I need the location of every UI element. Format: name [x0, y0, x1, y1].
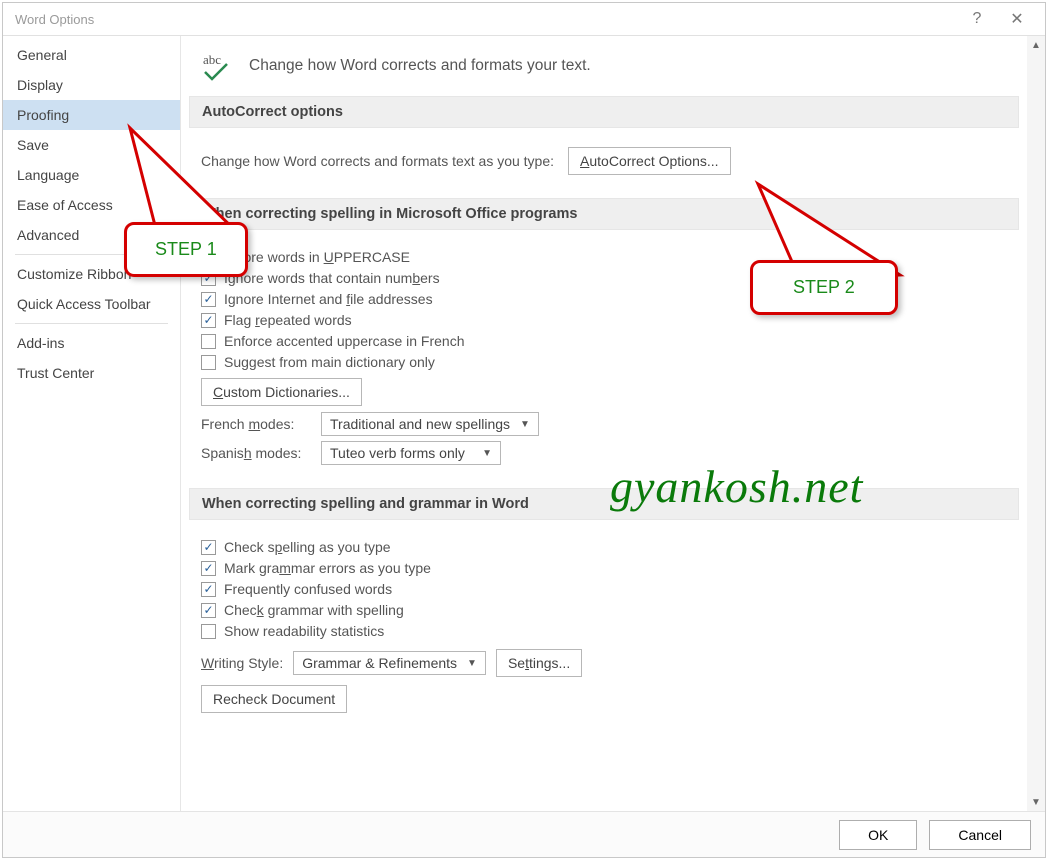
sidebar-item-trust-center[interactable]: Trust Center: [3, 358, 180, 388]
svg-text:abc: abc: [203, 52, 221, 67]
checkbox-icon[interactable]: [201, 540, 216, 555]
scroll-content: abc Change how Word corrects and formats…: [181, 36, 1027, 811]
checkbox-icon[interactable]: [201, 355, 216, 370]
sidebar-item-display[interactable]: Display: [3, 70, 180, 100]
titlebar: Word Options ? ✕: [3, 3, 1045, 35]
sidebar-item-quick-access-toolbar[interactable]: Quick Access Toolbar: [3, 289, 180, 319]
opt-show-readability[interactable]: Show readability statistics: [201, 623, 384, 639]
writing-style-label: Writing Style:: [201, 655, 283, 671]
sidebar-item-ease-of-access[interactable]: Ease of Access: [3, 190, 180, 220]
proofing-icon: abc: [201, 50, 233, 82]
opt-suggest-main-dict[interactable]: Suggest from main dictionary only: [201, 354, 435, 370]
settings-button[interactable]: Settings...: [496, 649, 582, 677]
ok-button[interactable]: OK: [839, 820, 917, 850]
step1-callout: STEP 1: [124, 222, 248, 277]
checkbox-icon[interactable]: [201, 561, 216, 576]
opt-flag-repeated[interactable]: Flag repeated words: [201, 312, 352, 328]
vertical-scrollbar[interactable]: ▲ ▼: [1027, 36, 1045, 811]
opt-enforce-accented[interactable]: Enforce accented uppercase in French: [201, 333, 464, 349]
section-spelling-word: When correcting spelling and grammar in …: [189, 488, 1019, 520]
scroll-up-icon[interactable]: ▲: [1027, 36, 1045, 54]
chevron-down-icon: ▼: [482, 448, 492, 459]
checkbox-icon[interactable]: [201, 334, 216, 349]
sidebar: General Display Proofing Save Language E…: [3, 36, 181, 811]
checkbox-icon[interactable]: [201, 603, 216, 618]
opt-ignore-internet[interactable]: Ignore Internet and file addresses: [201, 291, 433, 307]
help-icon[interactable]: ?: [957, 5, 997, 33]
opt-check-spelling[interactable]: Check spelling as you type: [201, 539, 391, 555]
sidebar-separator: [15, 323, 168, 324]
checkbox-icon[interactable]: [201, 624, 216, 639]
autocorrect-options-button[interactable]: AutoCorrect Options...: [568, 147, 731, 175]
dialog-body: General Display Proofing Save Language E…: [3, 35, 1045, 811]
dialog-footer: OK Cancel: [3, 811, 1045, 857]
window-title: Word Options: [11, 12, 957, 27]
checkbox-icon[interactable]: [201, 292, 216, 307]
chevron-down-icon: ▼: [520, 419, 530, 430]
spanish-modes-select[interactable]: Tuteo verb forms only▼: [321, 441, 501, 465]
spanish-modes-label: Spanish modes:: [201, 445, 311, 461]
word-options-dialog: Word Options ? ✕ General Display Proofin…: [2, 2, 1046, 858]
autocorrect-desc: Change how Word corrects and formats tex…: [201, 153, 554, 169]
french-modes-label: French modes:: [201, 416, 311, 432]
cancel-button[interactable]: Cancel: [929, 820, 1031, 850]
content-pane: abc Change how Word corrects and formats…: [181, 36, 1045, 811]
french-modes-select[interactable]: Traditional and new spellings▼: [321, 412, 539, 436]
opt-check-grammar-spelling[interactable]: Check grammar with spelling: [201, 602, 404, 618]
scroll-down-icon[interactable]: ▼: [1027, 793, 1045, 811]
close-icon[interactable]: ✕: [997, 5, 1037, 33]
section-spelling-office: When correcting spelling in Microsoft Of…: [189, 198, 1019, 230]
step2-callout: STEP 2: [750, 260, 898, 315]
opt-frequently-confused[interactable]: Frequently confused words: [201, 581, 392, 597]
checkbox-icon[interactable]: [201, 313, 216, 328]
recheck-document-button[interactable]: Recheck Document: [201, 685, 347, 713]
section-autocorrect-options: AutoCorrect options: [189, 96, 1019, 128]
chevron-down-icon: ▼: [467, 658, 477, 669]
sidebar-item-general[interactable]: General: [3, 40, 180, 70]
opt-mark-grammar[interactable]: Mark grammar errors as you type: [201, 560, 431, 576]
page-subtitle: Change how Word corrects and formats you…: [249, 57, 591, 75]
sidebar-item-proofing[interactable]: Proofing: [3, 100, 180, 130]
writing-style-select[interactable]: Grammar & Refinements▼: [293, 651, 486, 675]
custom-dictionaries-button[interactable]: Custom Dictionaries...: [201, 378, 362, 406]
sidebar-item-save[interactable]: Save: [3, 130, 180, 160]
sidebar-item-add-ins[interactable]: Add-ins: [3, 328, 180, 358]
sidebar-item-language[interactable]: Language: [3, 160, 180, 190]
checkbox-icon[interactable]: [201, 582, 216, 597]
